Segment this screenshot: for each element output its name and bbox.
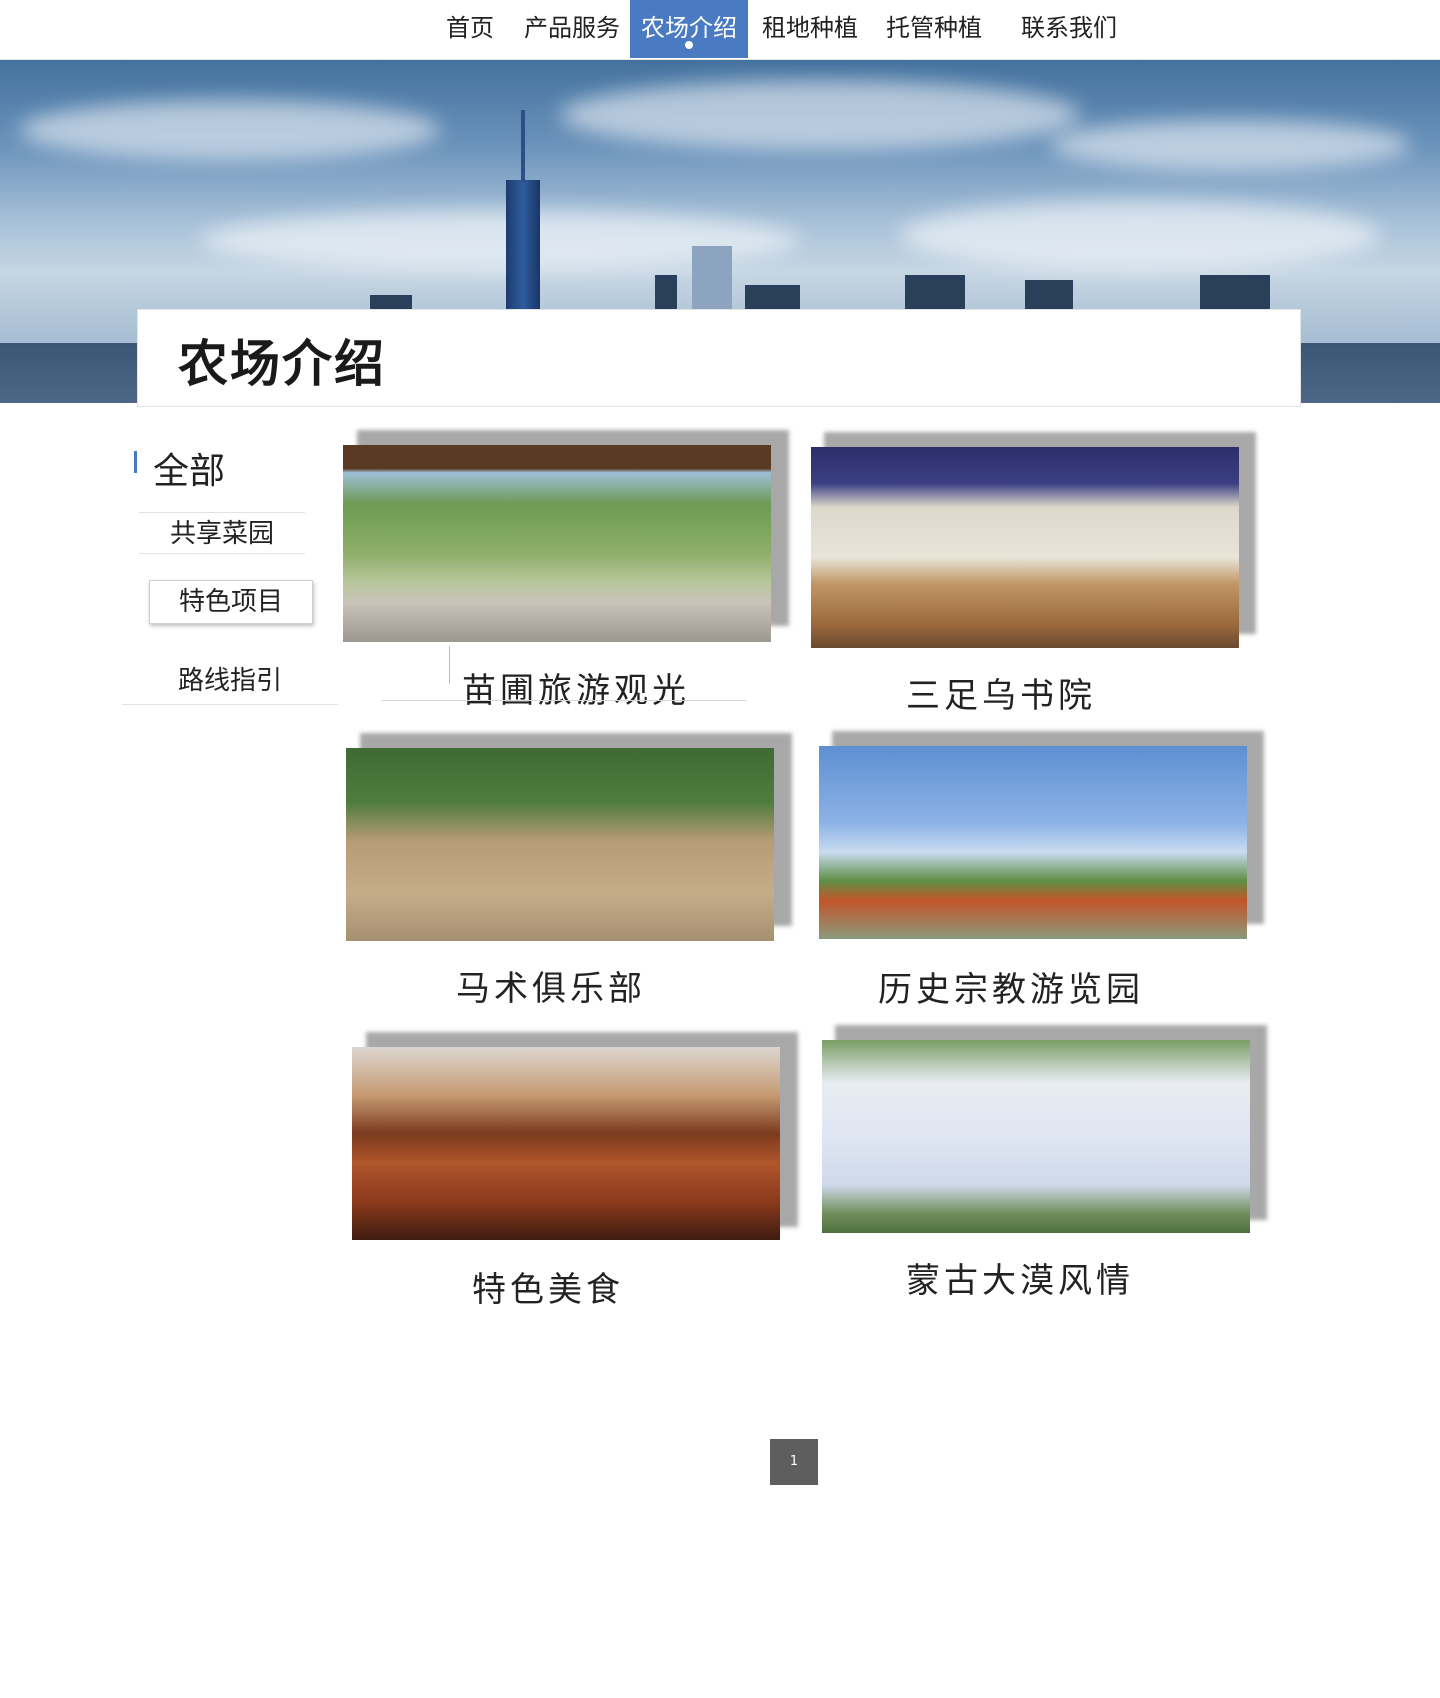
top-nav: 首页 产品服务 农场介绍 租地种植 托管种植 联系我们	[0, 0, 1440, 60]
antenna	[521, 110, 525, 182]
divider	[122, 704, 338, 705]
pagination-page-1[interactable]: 1	[770, 1439, 818, 1485]
active-indicator-dot	[685, 41, 693, 49]
caption-underline	[382, 700, 746, 701]
sidebar-active-marker	[134, 451, 137, 473]
page-title: 农场介绍	[178, 335, 386, 393]
sidebar-item-all[interactable]: 全部	[153, 442, 225, 494]
cloud	[560, 80, 1080, 150]
sidebar-item-featured-projects[interactable]: 特色项目	[149, 580, 313, 624]
nav-item-farm-intro[interactable]: 农场介绍	[630, 0, 748, 58]
nav-item-land-rental[interactable]: 租地种植	[754, 0, 866, 58]
gallery-image-horse[interactable]	[346, 748, 774, 941]
cloud	[900, 200, 1380, 270]
gallery-caption[interactable]: 三足乌书院	[906, 668, 1096, 717]
nav-item-products[interactable]: 产品服务	[514, 0, 630, 58]
divider	[139, 553, 305, 554]
caption-divider	[449, 646, 450, 684]
cloud	[20, 100, 440, 160]
gallery-image-yurt[interactable]	[822, 1040, 1250, 1233]
sidebar-item-route-guide[interactable]: 路线指引	[122, 660, 338, 702]
nav-item-home[interactable]: 首页	[436, 0, 504, 58]
gallery-caption[interactable]: 苗圃旅游观光	[462, 663, 690, 712]
divider	[139, 512, 305, 513]
gallery-image-temple[interactable]	[819, 746, 1247, 939]
gallery-image-pavilion[interactable]	[343, 445, 771, 642]
nav-item-label: 农场介绍	[641, 14, 737, 42]
gallery-caption[interactable]: 历史宗教游览园	[878, 962, 1144, 1011]
page-title-card: 农场介绍	[137, 309, 1301, 407]
nav-item-contact[interactable]: 联系我们	[1010, 0, 1128, 58]
gallery-caption[interactable]: 特色美食	[472, 1262, 624, 1311]
cloud	[1050, 120, 1410, 170]
gallery-image-library[interactable]	[811, 447, 1239, 648]
nav-item-managed-planting[interactable]: 托管种植	[876, 0, 992, 58]
gallery-caption[interactable]: 马术俱乐部	[456, 961, 646, 1010]
gallery-caption[interactable]: 蒙古大漠风情	[906, 1253, 1134, 1302]
sidebar-item-shared-garden[interactable]: 共享菜园	[139, 514, 305, 554]
gallery-image-bbq[interactable]	[352, 1047, 780, 1240]
